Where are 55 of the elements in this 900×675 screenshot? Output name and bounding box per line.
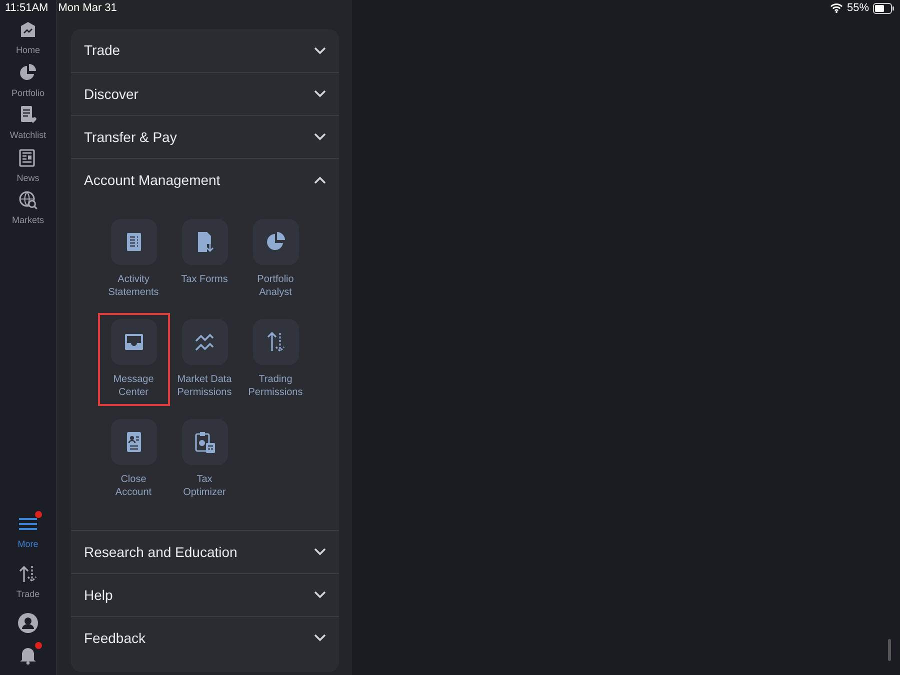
nav-label[interactable]: Home	[16, 44, 40, 58]
user-avatar-icon	[18, 613, 38, 633]
section-header[interactable]: Feedback	[71, 616, 339, 659]
chevron-down-icon	[314, 90, 326, 98]
chevron-down-icon	[314, 548, 326, 556]
tool-tile[interactable]: Market Data Permissions	[170, 315, 238, 404]
nav-label[interactable]: Portfolio	[11, 86, 44, 100]
tile-label: Market Data Permissions	[176, 373, 233, 399]
chevron-down-icon	[314, 46, 326, 54]
nav-label[interactable]: Trade	[16, 588, 40, 601]
section-header[interactable]: Transfer & Pay	[71, 115, 339, 158]
nav-label[interactable]: More	[18, 538, 38, 552]
notification-bell-icon	[18, 645, 38, 665]
nav-label[interactable]: Markets	[12, 214, 44, 228]
tool-tile[interactable]: Message Center	[100, 315, 168, 404]
section-header[interactable]: Discover	[71, 72, 339, 115]
wifi-icon	[830, 3, 843, 13]
battery-percent: 55%	[846, 0, 869, 16]
tool-tile[interactable]: Tax Forms	[170, 215, 238, 304]
tile-label: Close Account	[114, 473, 153, 499]
nav-tab[interactable]	[18, 62, 38, 82]
nav-tab[interactable]	[18, 148, 38, 168]
globe-search-icon	[18, 190, 38, 210]
clipboard-calculator-icon	[192, 430, 216, 454]
section-header[interactable]: Account Management	[71, 158, 339, 201]
nav-label[interactable]: Watchlist	[10, 129, 46, 142]
nav-tab[interactable]	[18, 190, 38, 210]
status-date: Mon Mar 31	[58, 0, 117, 16]
chevron-down-icon	[314, 591, 326, 599]
section-header[interactable]: Trade	[71, 29, 339, 72]
chevron-up-icon	[314, 176, 326, 184]
tool-tile[interactable]: Tax Optimizer	[170, 415, 238, 504]
tile-label: Message Center	[112, 373, 155, 399]
tool-tile[interactable]: Activity Statements	[100, 215, 168, 304]
battery-icon	[873, 2, 895, 14]
pie-chart-icon	[18, 62, 38, 82]
chevron-down-icon	[314, 634, 326, 642]
scroll-handle[interactable]	[888, 639, 891, 661]
tool-tile[interactable]: Portfolio Analyst	[242, 215, 310, 304]
tile-label: Activity Statements	[107, 273, 160, 299]
tile-label: Tax Optimizer	[182, 473, 227, 499]
tool-tile[interactable]: Close Account	[100, 415, 168, 504]
nav-tab[interactable]	[18, 613, 38, 633]
tile-label: Tax Forms	[180, 273, 229, 286]
tile-label: Portfolio Analyst	[256, 273, 295, 299]
nav-tab[interactable]	[18, 564, 38, 584]
tool-tile[interactable]: Trading Permissions	[242, 315, 310, 404]
newspaper-icon	[18, 148, 38, 168]
tile-label: Trading Permissions	[247, 373, 304, 399]
section-header[interactable]: Help	[71, 573, 339, 616]
nav-label[interactable]: News	[16, 172, 40, 185]
status-time: 11:51AM	[5, 0, 48, 16]
section-header[interactable]: Research and Education	[71, 530, 339, 573]
chevron-down-icon	[314, 133, 326, 141]
up-down-arrows-icon	[18, 564, 38, 584]
